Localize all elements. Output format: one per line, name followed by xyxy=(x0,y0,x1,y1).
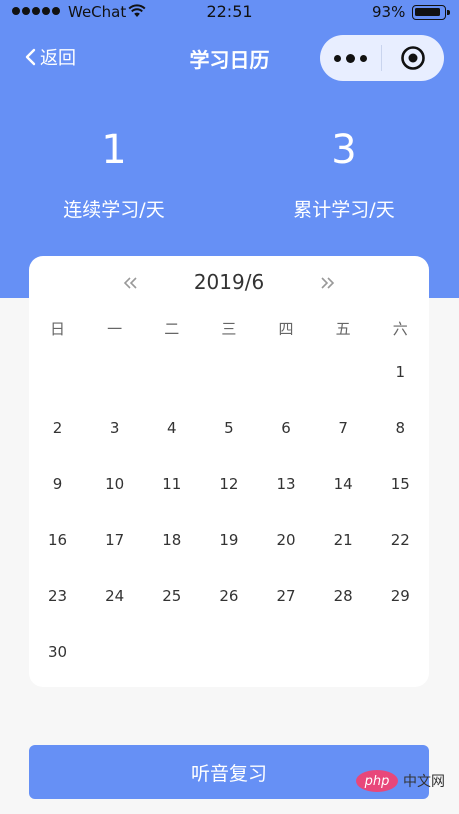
day-cell[interactable]: 25 xyxy=(143,580,200,612)
day-cell[interactable]: 28 xyxy=(315,580,372,612)
calendar-card: 2019/6 日一二三四五六 1 2 3 4 5 6 7 8 9 10 11 12 13 14 15 16 17… xyxy=(29,256,429,687)
day-cell[interactable]: 7 xyxy=(315,412,372,444)
empty-day-cell xyxy=(258,356,315,388)
total-days-value: 3 xyxy=(331,127,357,173)
empty-day-cell xyxy=(143,356,200,388)
battery-percent: 93% xyxy=(372,3,406,21)
php-logo: php xyxy=(356,770,398,792)
double-chevron-right-icon xyxy=(321,277,335,289)
day-cell[interactable]: 17 xyxy=(86,524,143,556)
weekday-label: 四 xyxy=(278,320,294,338)
empty-day-cell xyxy=(86,356,143,388)
day-cell[interactable]: 29 xyxy=(372,580,429,612)
more-button[interactable] xyxy=(320,35,381,81)
empty-day-cell xyxy=(315,356,372,388)
empty-day-cell xyxy=(29,356,86,388)
streak-days-value: 1 xyxy=(101,127,127,173)
day-cell[interactable]: 4 xyxy=(143,412,200,444)
empty-day-cell xyxy=(200,356,257,388)
day-cell[interactable]: 27 xyxy=(258,580,315,612)
weekday-label: 六 xyxy=(392,320,408,338)
day-cell[interactable]: 9 xyxy=(29,468,86,500)
day-cell[interactable]: 30 xyxy=(29,636,86,668)
more-dots-icon xyxy=(360,54,367,62)
day-cell[interactable]: 18 xyxy=(143,524,200,556)
weekday-label: 一 xyxy=(107,320,123,338)
mini-program-capsule xyxy=(320,35,444,81)
day-cell[interactable]: 2 xyxy=(29,412,86,444)
next-month-button[interactable] xyxy=(315,270,341,296)
close-mini-program-button[interactable] xyxy=(382,35,444,81)
more-dots-icon xyxy=(334,54,341,62)
weekday-label: 日 xyxy=(50,320,66,338)
day-cell[interactable]: 23 xyxy=(29,580,86,612)
day-cell[interactable]: 8 xyxy=(372,412,429,444)
day-cell[interactable]: 1 xyxy=(372,356,429,388)
weekday-label: 五 xyxy=(335,320,351,338)
month-label: 2019/6 xyxy=(193,270,265,294)
day-cell[interactable]: 19 xyxy=(200,524,257,556)
streak-days-label: 连续学习/天 xyxy=(63,199,165,221)
day-cell[interactable]: 20 xyxy=(258,524,315,556)
battery-icon xyxy=(412,5,450,20)
status-bar: WeChat 22:51 93% xyxy=(0,0,459,26)
day-grid: 1 2 3 4 5 6 7 8 9 10 11 12 13 14 15 16 17 18 19 20 21 22 23 24 2… xyxy=(29,356,429,692)
day-cell[interactable]: 21 xyxy=(315,524,372,556)
weekday-row: 日一二三四五六 xyxy=(29,318,429,339)
site-watermark: php 中文网 xyxy=(356,770,445,792)
day-cell[interactable]: 3 xyxy=(86,412,143,444)
total-days-label: 累计学习/天 xyxy=(293,199,395,221)
day-cell[interactable]: 6 xyxy=(258,412,315,444)
day-cell[interactable]: 15 xyxy=(372,468,429,500)
day-cell[interactable]: 16 xyxy=(29,524,86,556)
weekday-label: 三 xyxy=(221,320,237,338)
target-close-icon xyxy=(401,46,425,70)
more-dots-icon xyxy=(346,53,355,63)
day-cell[interactable]: 11 xyxy=(143,468,200,500)
day-cell[interactable]: 5 xyxy=(200,412,257,444)
day-cell[interactable]: 26 xyxy=(200,580,257,612)
day-cell[interactable]: 13 xyxy=(258,468,315,500)
day-cell[interactable]: 12 xyxy=(200,468,257,500)
day-cell[interactable]: 14 xyxy=(315,468,372,500)
calendar-header: 2019/6 xyxy=(29,268,429,298)
weekday-label: 二 xyxy=(164,320,180,338)
day-cell[interactable]: 22 xyxy=(372,524,429,556)
watermark-text: 中文网 xyxy=(403,774,445,790)
day-cell[interactable]: 24 xyxy=(86,580,143,612)
day-cell[interactable]: 10 xyxy=(86,468,143,500)
streak-stat: 1 连续学习/天 xyxy=(14,125,214,222)
total-stat: 3 累计学习/天 xyxy=(244,125,444,222)
